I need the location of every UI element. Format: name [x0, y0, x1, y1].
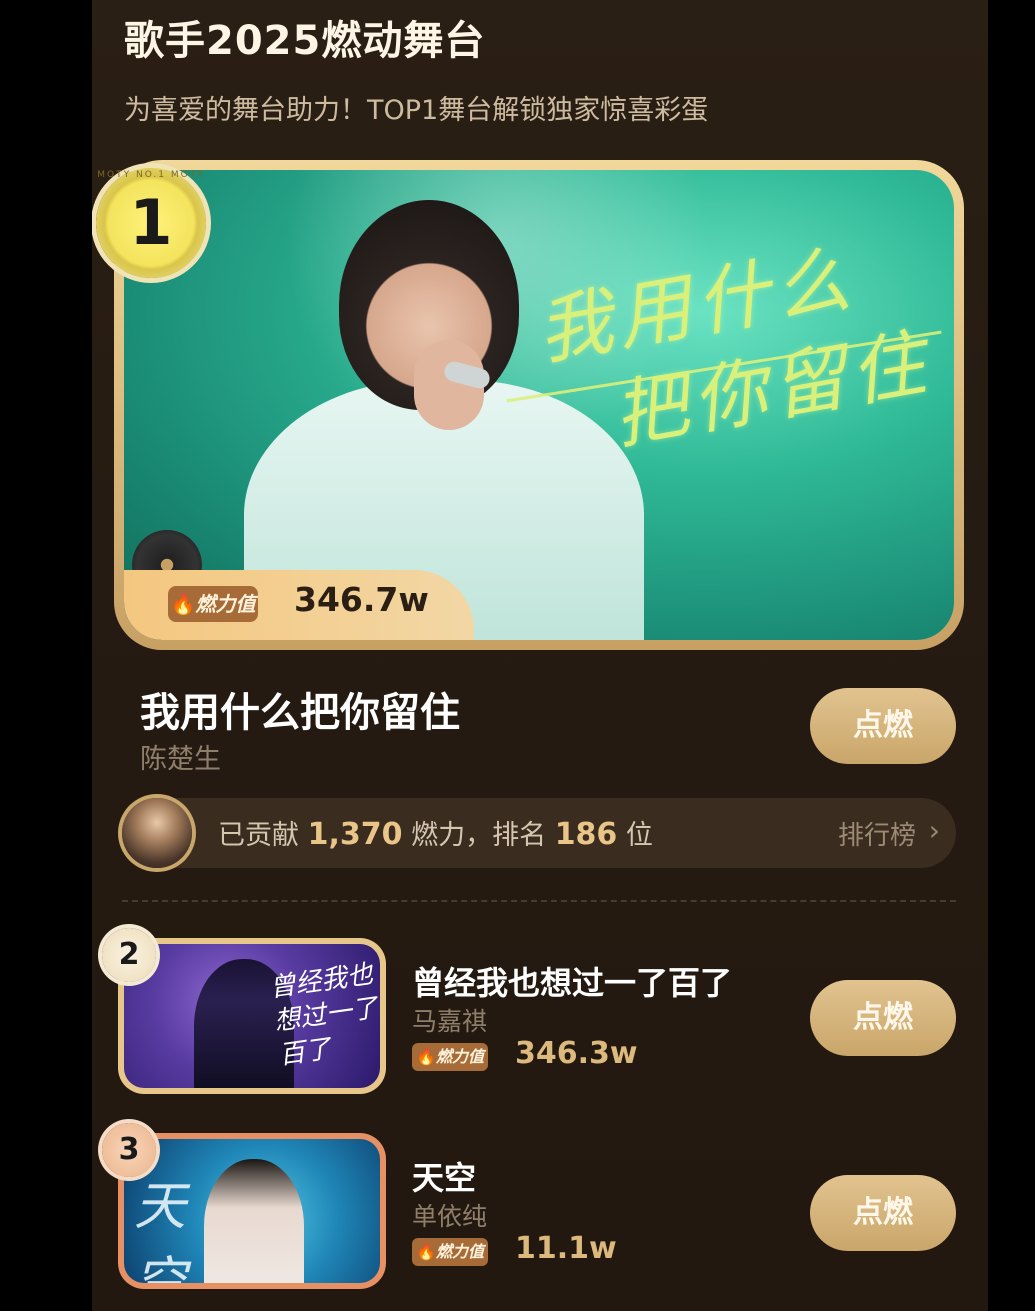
thumbnail-calligraphy: 曾经我也想过一了百了	[267, 959, 380, 1071]
rank-badge-1: MOTY NO.1 MOTY 1	[96, 168, 206, 278]
thumbnail-calligraphy: 天空	[134, 1177, 287, 1283]
stage-thumbnail-image: 天空	[124, 1139, 380, 1283]
featured-stage-image: 我用什么 把你留住 🔥燃力值 346.7w	[124, 170, 954, 640]
stage-thumbnail[interactable]: 曾经我也想过一了百了	[118, 938, 386, 1094]
heat-value: 346.7w	[294, 580, 429, 619]
heat-value: 11.1w	[515, 1231, 617, 1266]
heat-tag: 🔥燃力值	[412, 1043, 488, 1071]
rank-badge-2: 2	[102, 928, 156, 982]
contrib-points: 1,370	[307, 817, 403, 852]
rank-badge-ring-text: MOTY NO.1 MOTY	[97, 170, 205, 180]
heat-value: 346.3w	[515, 1036, 638, 1071]
ignite-button[interactable]: 点燃	[810, 1175, 956, 1251]
flame-icon: 🔥	[416, 1242, 436, 1261]
featured-song-title: 我用什么把你留住	[140, 690, 460, 736]
heat-label: 燃力值	[435, 1047, 484, 1066]
chevron-right-icon[interactable]: ›	[929, 814, 940, 847]
leaderboard-link[interactable]: 排行榜	[838, 815, 916, 852]
contrib-mid: 燃力，排名	[411, 820, 547, 851]
stage-thumbnail-image: 曾经我也想过一了百了	[124, 944, 380, 1088]
stage-thumbnail[interactable]: 天空	[118, 1133, 386, 1289]
divider	[122, 900, 956, 902]
heat-label: 燃力值	[195, 592, 256, 616]
page-title: 歌手2025燃动舞台	[124, 18, 486, 64]
flame-icon: 🔥	[170, 592, 196, 616]
song-artist: 马嘉祺	[412, 1007, 488, 1036]
contribution-bar: 已贡献 1,370 燃力，排名 186 位 排行榜 ›	[122, 798, 956, 868]
page-subtitle: 为喜爱的舞台助力！TOP1舞台解锁独家惊喜彩蛋	[124, 95, 709, 126]
featured-artist: 陈楚生	[140, 744, 221, 775]
avatar[interactable]	[122, 798, 192, 868]
rank-badge-3: 3	[102, 1123, 156, 1177]
heat-badge: 🔥燃力值 346.7w	[124, 570, 474, 640]
flame-icon: 🔥	[416, 1047, 436, 1066]
rank-number: 1	[129, 186, 173, 259]
song-title: 天空	[412, 1159, 477, 1197]
stage-panel: 歌手2025燃动舞台 为喜爱的舞台助力！TOP1舞台解锁独家惊喜彩蛋 我用什么 …	[92, 0, 988, 1311]
ignite-button[interactable]: 点燃	[810, 688, 956, 764]
ignite-button[interactable]: 点燃	[810, 980, 956, 1056]
contribution-text: 已贡献 1,370 燃力，排名 186 位	[218, 813, 653, 852]
contrib-prefix: 已贡献	[218, 820, 299, 851]
heat-tag: 🔥燃力值	[168, 586, 258, 622]
heat-label: 燃力值	[435, 1242, 484, 1261]
contrib-rank: 186	[554, 817, 618, 852]
contrib-suffix: 位	[625, 820, 653, 851]
song-artist: 单依纯	[412, 1202, 488, 1231]
featured-stage-card[interactable]: 我用什么 把你留住 🔥燃力值 346.7w	[114, 160, 964, 650]
heat-tag: 🔥燃力值	[412, 1238, 488, 1266]
song-title: 曾经我也想过一了百了	[412, 964, 733, 1002]
